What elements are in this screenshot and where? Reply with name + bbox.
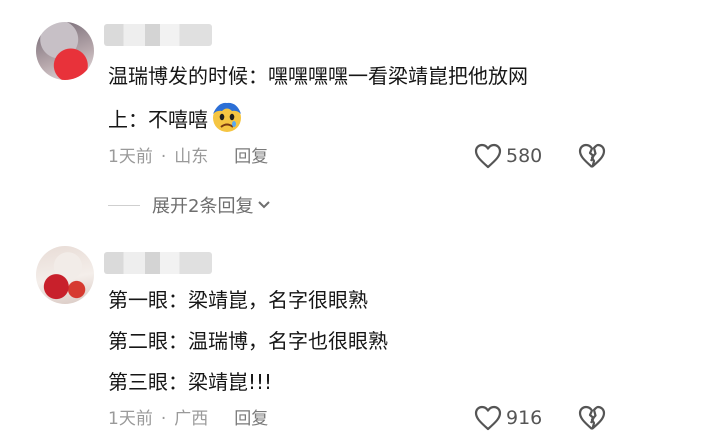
chevron-down-icon <box>258 201 271 209</box>
broken-heart-icon <box>578 143 606 168</box>
comment-meta: 1天前 · 山东 回复 <box>108 146 268 168</box>
like-count: 580 <box>506 145 543 167</box>
comment-meta: 1天前 · 广西 回复 <box>108 408 268 430</box>
heart-outline-icon <box>474 143 502 169</box>
username-blurred[interactable] <box>104 24 212 46</box>
sad-face-emoji-icon <box>210 100 244 134</box>
separator-dot: · <box>160 147 167 167</box>
comment-text-line: 温瑞博发的时候：嘿嘿嘿嘿一看梁靖崑把他放网 <box>108 64 528 88</box>
like-button[interactable]: 580 <box>474 143 542 169</box>
comment-text-line: 第三眼：梁靖崑!!! <box>108 370 273 394</box>
avatar[interactable] <box>36 246 94 304</box>
reply-button[interactable]: 回复 <box>234 147 268 167</box>
comment-text-line: 第二眼：温瑞博，名字也很眼熟 <box>108 329 388 353</box>
comment-text-line: 上：不嘻嘻 <box>108 102 244 138</box>
comment-time: 1天前 <box>108 409 153 429</box>
dislike-button[interactable] <box>578 405 606 435</box>
username-blurred[interactable] <box>104 252 212 274</box>
avatar[interactable] <box>36 22 94 80</box>
comment-location: 广西 <box>174 409 209 429</box>
comment-time: 1天前 <box>108 147 153 167</box>
separator-dot: · <box>160 409 167 429</box>
like-count: 916 <box>506 407 543 429</box>
expand-replies-label: 展开2条回复 <box>152 196 254 217</box>
comment-text-line: 第一眼：梁靖崑，名字很眼熟 <box>108 288 368 312</box>
heart-outline-icon <box>474 405 502 431</box>
like-button[interactable]: 916 <box>474 405 542 431</box>
comment-text-segment: 上：不嘻嘻 <box>108 107 208 132</box>
reply-button[interactable]: 回复 <box>234 409 268 429</box>
divider-line <box>108 204 140 206</box>
broken-heart-icon <box>578 405 606 430</box>
dislike-button[interactable] <box>578 143 606 173</box>
comment-location: 山东 <box>174 147 209 167</box>
expand-replies-button[interactable]: 展开2条回复 <box>108 192 273 218</box>
